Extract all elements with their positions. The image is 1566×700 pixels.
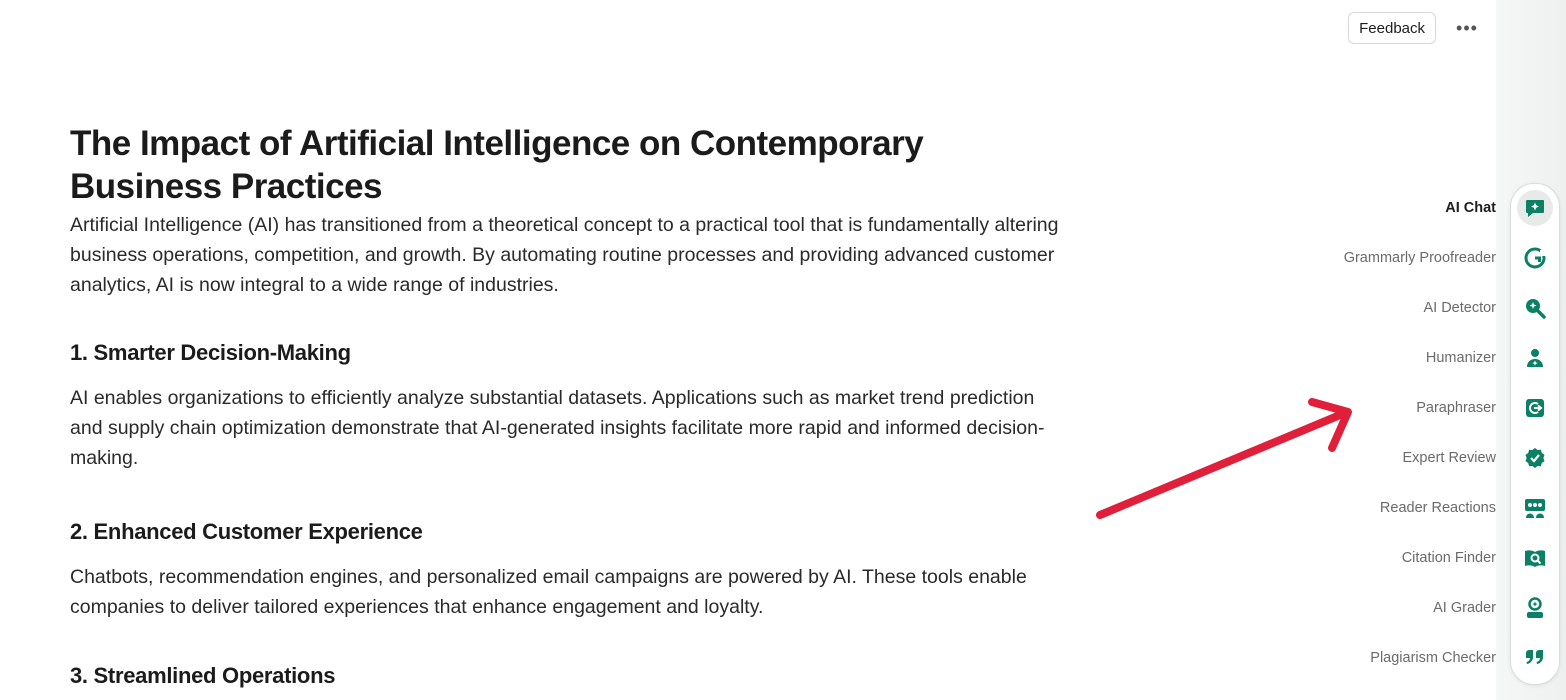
- paraphraser-icon: [1526, 399, 1544, 417]
- rail-item-ai-chat[interactable]: [1511, 188, 1559, 228]
- rail-item-expert-review[interactable]: [1511, 438, 1559, 478]
- plagiarism-checker-icon: [1526, 650, 1544, 664]
- sidebar-item-ai-grader[interactable]: AI Grader: [1433, 598, 1496, 618]
- sidebar-item-citation-finder[interactable]: Citation Finder: [1402, 548, 1496, 568]
- assistant-icon-rail: [1510, 183, 1560, 685]
- section-heading: 3. Streamlined Operations: [70, 663, 336, 688]
- rail-item-paraphraser[interactable]: [1511, 388, 1559, 428]
- humanizer-icon: [1527, 349, 1543, 367]
- ai-detector-icon: [1526, 299, 1546, 319]
- red-annotation-arrow-icon: [1096, 398, 1352, 519]
- sidebar-item-reader-reactions[interactable]: Reader Reactions: [1380, 498, 1496, 518]
- top-toolbar: Feedback •••: [1348, 12, 1478, 44]
- citation-finder-icon: [1525, 550, 1545, 567]
- rail-item-humanizer[interactable]: [1511, 338, 1559, 378]
- section-heading: 2. Enhanced Customer Experience: [70, 519, 423, 544]
- expert-review-icon: [1525, 448, 1545, 468]
- rail-item-ai-grader[interactable]: [1511, 588, 1559, 628]
- sidebar-item-paraphraser[interactable]: Paraphraser: [1416, 398, 1496, 418]
- sidebar-item-ai-chat[interactable]: AI Chat: [1445, 198, 1496, 218]
- rail-item-reader-reactions[interactable]: [1511, 488, 1559, 528]
- document-editor[interactable]: The Impact of Artificial Intelligence on…: [70, 122, 1070, 690]
- sidebar-item-grammarly-proofreader[interactable]: Grammarly Proofreader: [1344, 248, 1496, 268]
- section-body: Chatbots, recommendation engines, and pe…: [70, 566, 1027, 618]
- feedback-button[interactable]: Feedback: [1348, 12, 1436, 44]
- sidebar-item-ai-detector[interactable]: AI Detector: [1423, 298, 1496, 318]
- ai-grader-icon: [1527, 597, 1543, 618]
- section-body: AI enables organizations to efficiently …: [70, 387, 1045, 469]
- sidebar-item-humanizer[interactable]: Humanizer: [1426, 348, 1496, 368]
- rail-item-plagiarism-checker[interactable]: [1511, 638, 1559, 678]
- rail-item-ai-detector[interactable]: [1511, 288, 1559, 328]
- intro-paragraph: Artificial Intelligence (AI) has transit…: [70, 214, 1059, 296]
- sidebar-item-plagiarism-checker[interactable]: Plagiarism Checker: [1370, 648, 1496, 668]
- sidebar-item-expert-review[interactable]: Expert Review: [1403, 448, 1496, 468]
- rail-item-grammarly-proofreader[interactable]: [1511, 238, 1559, 278]
- document-title: The Impact of Artificial Intelligence on…: [70, 124, 924, 206]
- reader-reactions-icon: [1525, 499, 1545, 518]
- grammarly-icon: [1524, 247, 1546, 269]
- more-options-icon[interactable]: •••: [1456, 17, 1478, 39]
- rail-item-citation-finder[interactable]: [1511, 538, 1559, 578]
- ai-chat-icon: [1526, 200, 1544, 217]
- section-heading: 1. Smarter Decision-Making: [70, 340, 351, 365]
